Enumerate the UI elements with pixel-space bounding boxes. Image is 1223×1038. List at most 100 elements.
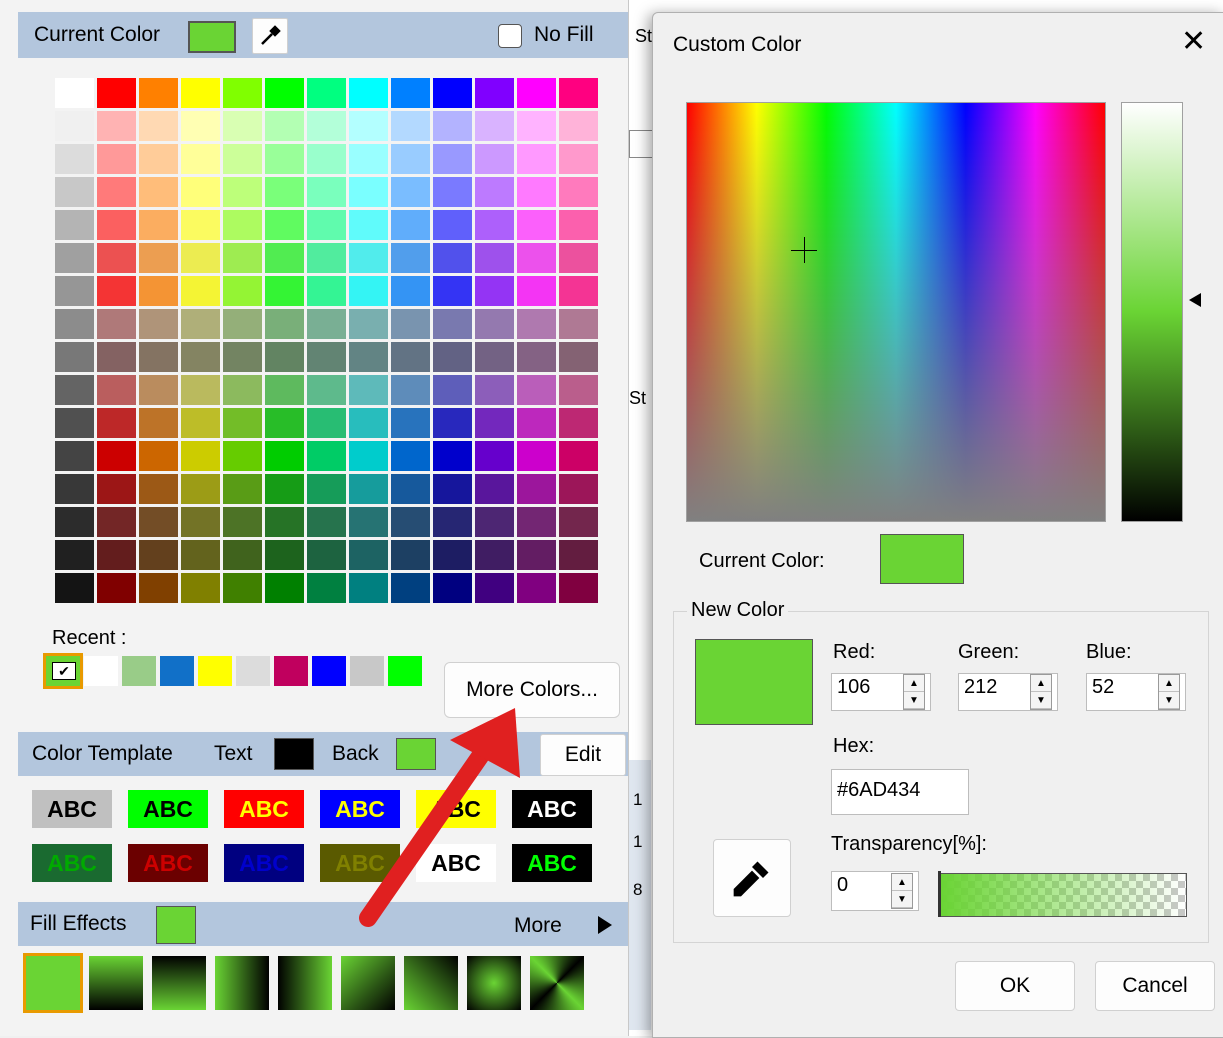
color-template-item[interactable]: ABC: [128, 844, 208, 882]
palette-swatch[interactable]: [97, 342, 136, 372]
up-arrow-icon[interactable]: ▲: [1159, 675, 1179, 692]
palette-swatch[interactable]: [391, 210, 430, 240]
palette-swatch[interactable]: [97, 177, 136, 207]
down-arrow-icon[interactable]: ▼: [1031, 692, 1051, 709]
palette-swatch[interactable]: [433, 111, 472, 141]
palette-swatch[interactable]: [475, 474, 514, 504]
palette-swatch[interactable]: [223, 78, 262, 108]
transparency-spinner[interactable]: ▲ ▼: [891, 873, 913, 909]
palette-swatch[interactable]: [475, 309, 514, 339]
palette-swatch[interactable]: [139, 78, 178, 108]
fill-effect-swatch[interactable]: [467, 956, 521, 1010]
color-template-item[interactable]: ABC: [224, 790, 304, 828]
palette-swatch[interactable]: [265, 408, 304, 438]
fill-effect-swatch[interactable]: [89, 956, 143, 1010]
palette-swatch[interactable]: [433, 573, 472, 603]
palette-swatch[interactable]: [517, 441, 556, 471]
palette-swatch[interactable]: [517, 309, 556, 339]
palette-swatch[interactable]: [559, 540, 598, 570]
palette-swatch[interactable]: [349, 144, 388, 174]
palette-swatch[interactable]: [223, 177, 262, 207]
recent-swatch[interactable]: [84, 656, 118, 686]
down-arrow-icon[interactable]: ▼: [892, 891, 912, 908]
edit-button[interactable]: Edit: [540, 734, 626, 776]
palette-swatch[interactable]: [97, 243, 136, 273]
palette-swatch[interactable]: [475, 78, 514, 108]
palette-swatch[interactable]: [433, 342, 472, 372]
palette-swatch[interactable]: [97, 573, 136, 603]
up-arrow-icon[interactable]: ▲: [904, 675, 924, 692]
palette-swatch[interactable]: [517, 78, 556, 108]
palette-swatch[interactable]: [181, 309, 220, 339]
palette-swatch[interactable]: [391, 441, 430, 471]
palette-swatch[interactable]: [307, 375, 346, 405]
palette-swatch[interactable]: [139, 309, 178, 339]
palette-swatch-gray[interactable]: [55, 210, 94, 240]
recent-swatch[interactable]: [236, 656, 270, 686]
palette-swatch[interactable]: [559, 408, 598, 438]
palette-swatch-gray[interactable]: [55, 408, 94, 438]
palette-swatch[interactable]: [139, 540, 178, 570]
blue-spinner[interactable]: ▲ ▼: [1158, 674, 1180, 710]
palette-swatch[interactable]: [223, 441, 262, 471]
palette-swatch[interactable]: [181, 573, 220, 603]
text-color-swatch[interactable]: [274, 738, 314, 770]
palette-swatch[interactable]: [475, 540, 514, 570]
palette-swatch[interactable]: [139, 342, 178, 372]
recent-swatch[interactable]: [198, 656, 232, 686]
palette-swatch[interactable]: [475, 177, 514, 207]
palette-swatch[interactable]: [391, 177, 430, 207]
palette-swatch[interactable]: [307, 309, 346, 339]
palette-swatch[interactable]: [391, 540, 430, 570]
palette-swatch[interactable]: [307, 342, 346, 372]
palette-swatch[interactable]: [181, 375, 220, 405]
palette-swatch[interactable]: [265, 210, 304, 240]
fill-effect-swatch[interactable]: [23, 953, 83, 1013]
palette-swatch[interactable]: [475, 276, 514, 306]
palette-swatch[interactable]: [97, 276, 136, 306]
fill-effect-swatch[interactable]: [404, 956, 458, 1010]
luminance-slider[interactable]: [1121, 102, 1183, 522]
palette-swatch[interactable]: [475, 144, 514, 174]
fill-effect-swatch[interactable]: [341, 956, 395, 1010]
recent-swatch[interactable]: [274, 656, 308, 686]
palette-swatch[interactable]: [265, 474, 304, 504]
color-template-item[interactable]: ABC: [32, 790, 112, 828]
palette-swatch[interactable]: [391, 243, 430, 273]
palette-swatch[interactable]: [139, 441, 178, 471]
palette-swatch[interactable]: [391, 375, 430, 405]
palette-swatch-gray[interactable]: [55, 441, 94, 471]
palette-swatch[interactable]: [433, 243, 472, 273]
palette-swatch[interactable]: [265, 342, 304, 372]
palette-swatch[interactable]: [559, 78, 598, 108]
palette-swatch[interactable]: [433, 144, 472, 174]
palette-swatch[interactable]: [433, 441, 472, 471]
palette-swatch[interactable]: [181, 111, 220, 141]
palette-swatch[interactable]: [559, 507, 598, 537]
palette-swatch[interactable]: [517, 342, 556, 372]
palette-swatch[interactable]: [181, 342, 220, 372]
palette-swatch[interactable]: [181, 210, 220, 240]
palette-swatch[interactable]: [223, 144, 262, 174]
palette-swatch[interactable]: [223, 111, 262, 141]
palette-swatch[interactable]: [181, 78, 220, 108]
palette-swatch[interactable]: [517, 474, 556, 504]
palette-swatch[interactable]: [391, 111, 430, 141]
palette-swatch[interactable]: [475, 507, 514, 537]
palette-swatch[interactable]: [559, 243, 598, 273]
palette-swatch[interactable]: [475, 342, 514, 372]
palette-swatch[interactable]: [391, 144, 430, 174]
dialog-eyedropper-button[interactable]: [713, 839, 791, 917]
palette-swatch[interactable]: [139, 276, 178, 306]
palette-swatch[interactable]: [97, 309, 136, 339]
transparency-slider[interactable]: [939, 873, 1187, 917]
fill-effect-swatch[interactable]: [152, 956, 206, 1010]
palette-swatch[interactable]: [307, 111, 346, 141]
palette-swatch[interactable]: [307, 408, 346, 438]
palette-swatch-gray[interactable]: [55, 276, 94, 306]
palette-swatch[interactable]: [307, 144, 346, 174]
color-template-item[interactable]: ABC: [224, 844, 304, 882]
palette-swatch[interactable]: [349, 309, 388, 339]
palette-swatch[interactable]: [181, 441, 220, 471]
palette-swatch[interactable]: [139, 507, 178, 537]
